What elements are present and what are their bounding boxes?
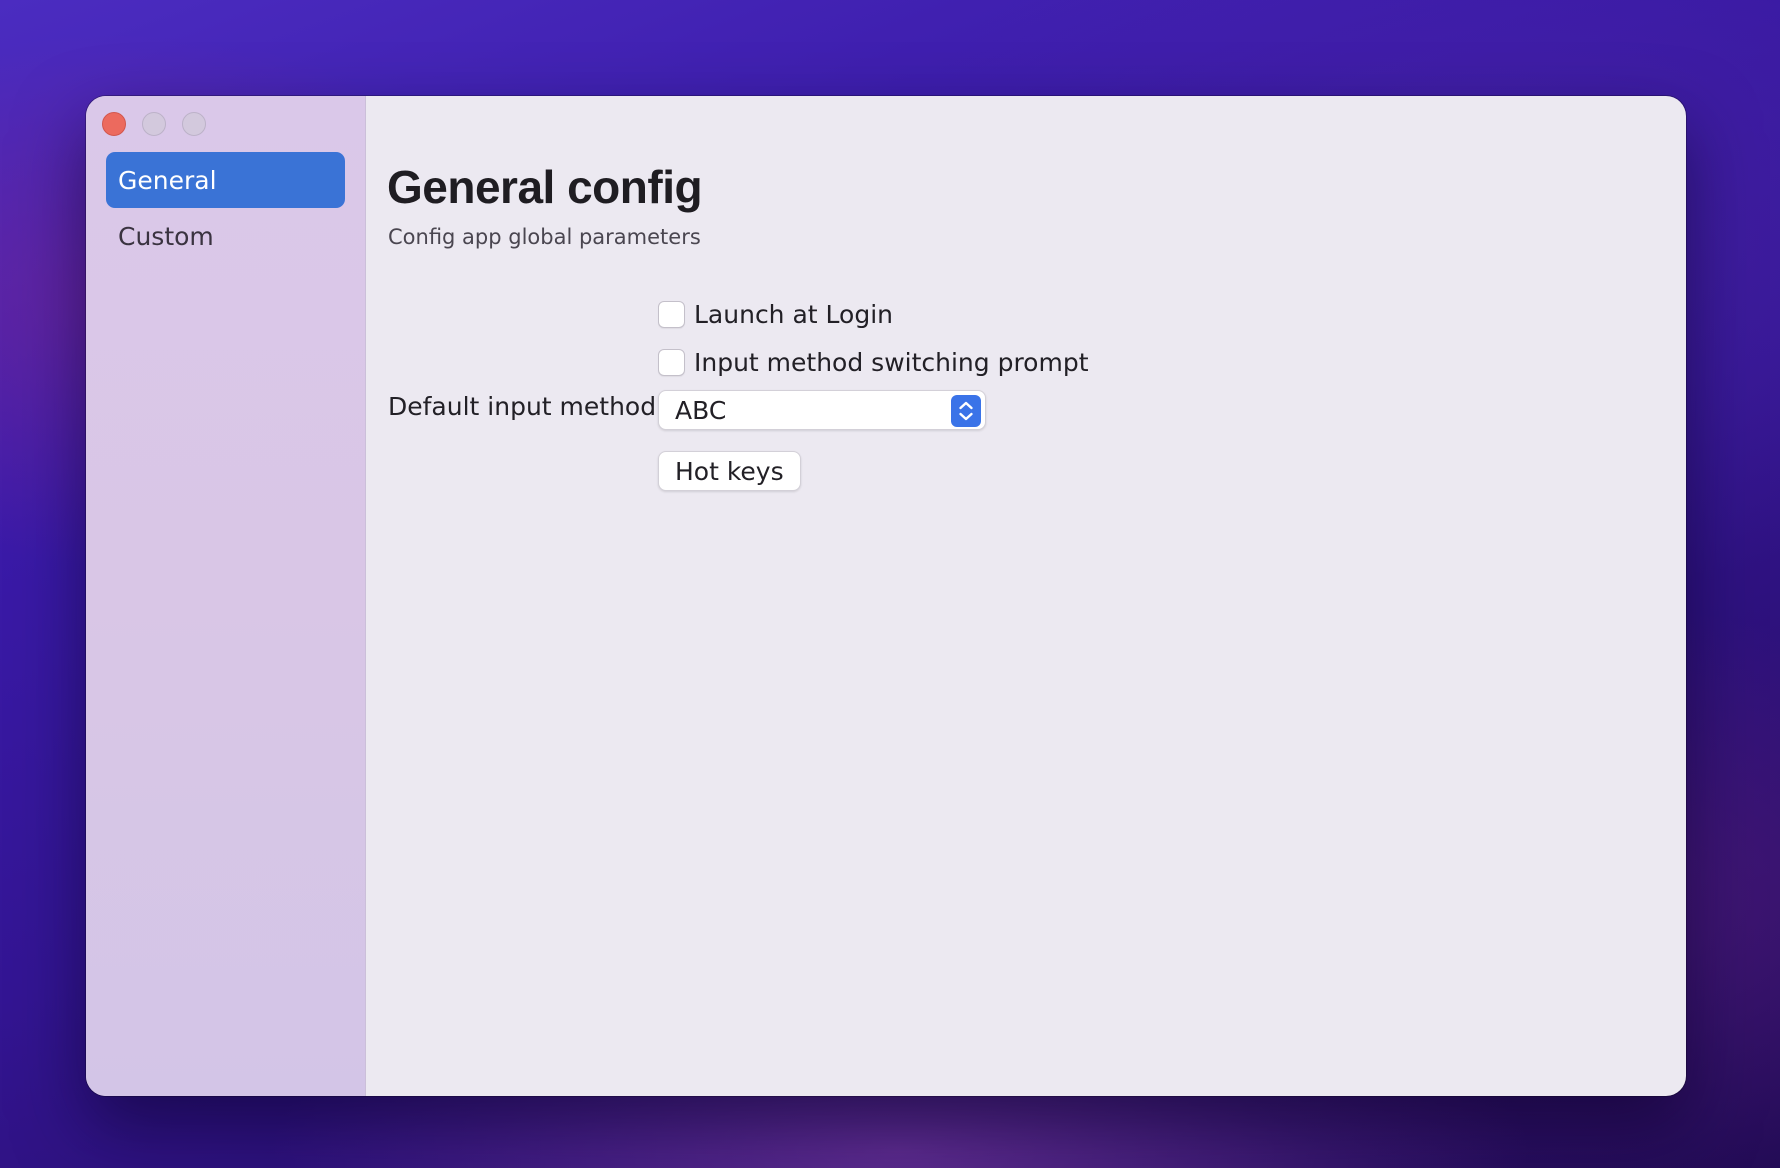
page-subtitle: Config app global parameters [388,225,701,249]
launch-at-login-row[interactable]: Launch at Login [658,300,893,329]
default-input-method-label: Default input method [388,392,657,421]
app-window: General Custom General config Config app… [86,96,1686,1096]
switching-prompt-row[interactable]: Input method switching prompt [658,348,1089,377]
launch-at-login-checkbox[interactable] [658,301,685,328]
launch-at-login-label: Launch at Login [694,300,893,329]
default-input-method-select[interactable]: ABC [658,390,986,430]
window-controls [102,112,206,136]
sidebar-item-label: Custom [118,221,214,251]
desktop-background: General Custom General config Config app… [0,0,1780,1168]
sidebar-item-custom[interactable]: Custom [106,208,345,264]
chevron-up-down-icon [951,395,981,427]
sidebar: General Custom [86,96,366,1096]
close-window-button[interactable] [102,112,126,136]
minimize-window-button[interactable] [142,112,166,136]
switching-prompt-checkbox[interactable] [658,349,685,376]
sidebar-item-general[interactable]: General [106,152,345,208]
sidebar-item-label: General [118,165,217,195]
default-input-method-value: ABC [675,396,727,425]
sidebar-nav: General Custom [106,152,345,264]
hot-keys-button[interactable]: Hot keys [658,451,801,491]
main-content: General config Config app global paramet… [366,96,1686,1096]
page-title: General config [387,161,703,213]
zoom-window-button[interactable] [182,112,206,136]
switching-prompt-label: Input method switching prompt [694,348,1089,377]
